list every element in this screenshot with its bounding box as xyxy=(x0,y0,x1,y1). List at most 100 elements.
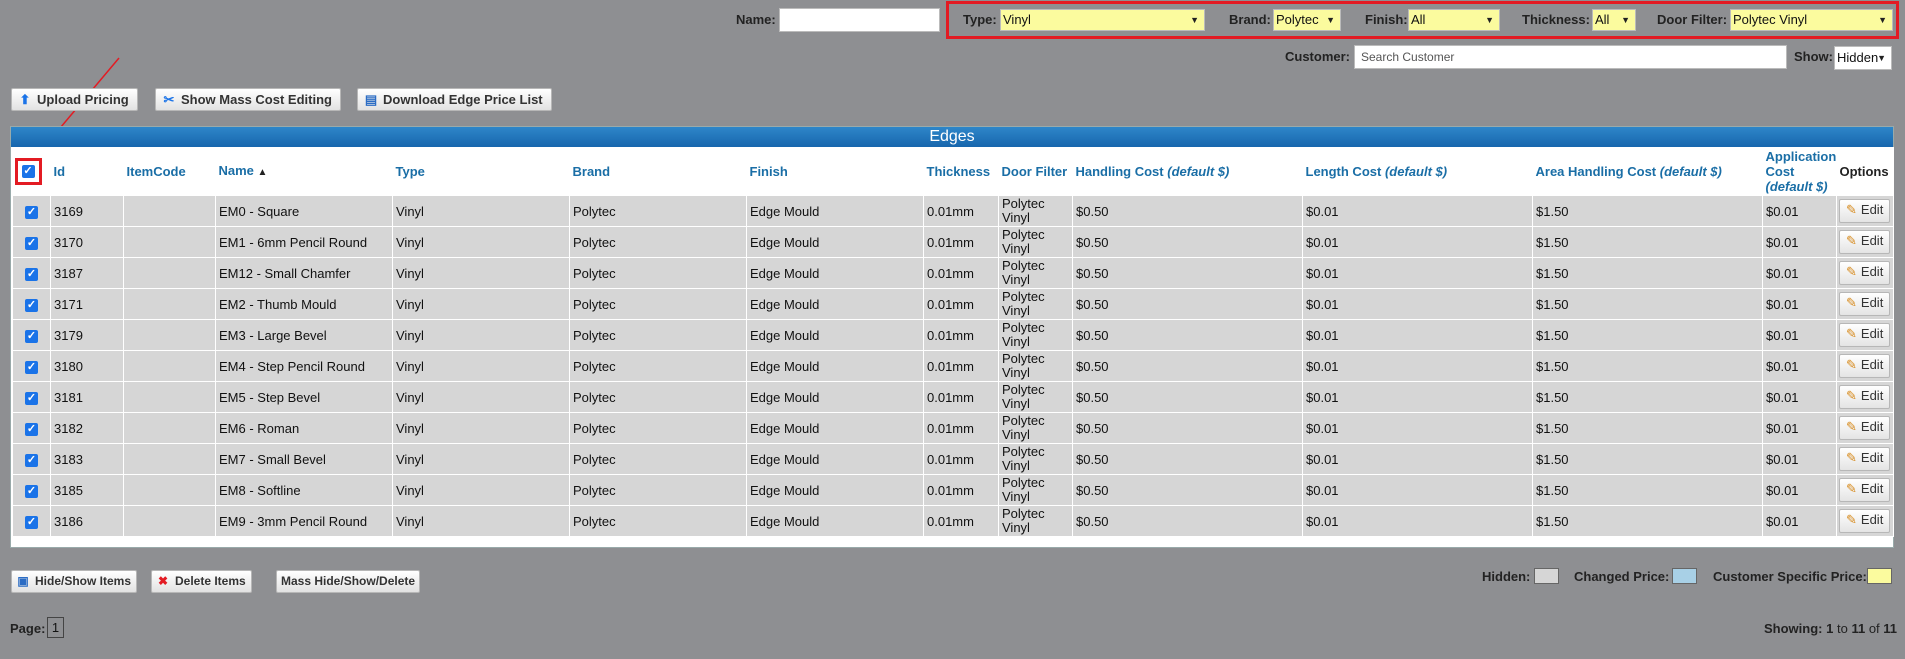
brand-filter-label: Brand: xyxy=(1229,12,1271,27)
row-area-handling-cost: $1.50 xyxy=(1532,195,1763,227)
edit-button[interactable]: ✎ Edit xyxy=(1839,385,1891,409)
name-filter-input[interactable] xyxy=(779,8,940,32)
show-select[interactable]: Hidden ▼ xyxy=(1834,46,1892,70)
row-door-filter: Polytec Vinyl xyxy=(998,381,1073,413)
row-finish: Edge Mould xyxy=(746,381,924,413)
download-edge-price-button[interactable]: ▤ Download Edge Price List xyxy=(357,88,552,111)
col-length-cost[interactable]: Length Cost (default $) xyxy=(1302,147,1533,196)
row-id: 3171 xyxy=(50,288,124,320)
row-brand: Polytec xyxy=(569,381,747,413)
row-checkbox[interactable]: ✓ xyxy=(25,299,38,312)
row-checkbox[interactable]: ✓ xyxy=(25,392,38,405)
edit-button[interactable]: ✎ Edit xyxy=(1839,447,1891,471)
row-name: EM6 - Roman xyxy=(215,412,393,444)
thickness-select[interactable]: All ▼ xyxy=(1592,9,1636,31)
select-all-cell: ✓ xyxy=(12,147,51,196)
edit-button[interactable]: ✎ Edit xyxy=(1839,292,1891,316)
row-name: EM12 - Small Chamfer xyxy=(215,257,393,289)
upload-pricing-button[interactable]: ⬆ Upload Pricing xyxy=(11,88,138,111)
showing-prefix: Showing: xyxy=(1764,621,1823,636)
row-select-cell: ✓ xyxy=(12,474,51,506)
select-all-checkbox[interactable]: ✓ xyxy=(21,165,35,178)
col-area-handling-cost[interactable]: Area Handling Cost (default $) xyxy=(1532,147,1763,196)
panel-title: Edges xyxy=(11,127,1893,147)
row-length-cost: $0.01 xyxy=(1302,412,1533,444)
edit-button[interactable]: ✎ Edit xyxy=(1839,323,1891,347)
edit-button[interactable]: ✎ Edit xyxy=(1839,230,1891,254)
customer-label: Customer: xyxy=(1285,49,1351,64)
row-handling-cost: $0.50 xyxy=(1072,474,1303,506)
edit-button-label: Edit xyxy=(1860,264,1884,279)
customer-search-input[interactable]: Search Customer xyxy=(1354,45,1787,69)
brand-select[interactable]: Polytec ▼ xyxy=(1273,9,1341,31)
edges-panel: Edges ✓ Id ItemCode Name ▲ Type Brand Fi… xyxy=(10,126,1894,548)
row-name: EM0 - Square xyxy=(215,195,393,227)
row-checkbox[interactable]: ✓ xyxy=(25,237,38,250)
row-door-filter: Polytec Vinyl xyxy=(998,443,1073,475)
row-itemcode xyxy=(123,505,216,537)
edit-button[interactable]: ✎ Edit xyxy=(1839,478,1891,502)
pencil-icon: ✎ xyxy=(1846,512,1857,527)
row-area-handling-cost: $1.50 xyxy=(1532,319,1763,351)
col-thickness[interactable]: Thickness xyxy=(923,147,999,196)
row-id: 3180 xyxy=(50,350,124,382)
col-application-cost[interactable]: Application Cost (default $) xyxy=(1762,147,1837,196)
edit-button[interactable]: ✎ Edit xyxy=(1839,261,1891,285)
name-filter-label: Name: xyxy=(736,12,776,27)
row-checkbox[interactable]: ✓ xyxy=(25,485,38,498)
chevron-down-icon: ▼ xyxy=(1485,15,1494,25)
edit-button-label: Edit xyxy=(1860,450,1884,465)
finish-select-value: All xyxy=(1411,12,1426,27)
col-name[interactable]: Name ▲ xyxy=(215,147,393,196)
row-brand: Polytec xyxy=(569,412,747,444)
type-select[interactable]: Vinyl ▼ xyxy=(1000,9,1205,31)
table-row: ✓ 3186 EM9 - 3mm Pencil Round Vinyl Polytec E… xyxy=(12,505,1894,537)
col-finish[interactable]: Finish xyxy=(746,147,924,196)
show-mass-cost-button[interactable]: ✂ Show Mass Cost Editing xyxy=(155,88,341,111)
row-select-cell: ✓ xyxy=(12,505,51,537)
showing-from: 1 xyxy=(1826,621,1834,636)
col-handling-cost-suffix: (default $) xyxy=(1167,163,1230,179)
row-type: Vinyl xyxy=(392,226,570,258)
col-brand[interactable]: Brand xyxy=(569,147,747,196)
row-checkbox[interactable]: ✓ xyxy=(25,206,38,219)
row-handling-cost: $0.50 xyxy=(1072,226,1303,258)
row-type: Vinyl xyxy=(392,319,570,351)
row-id: 3182 xyxy=(50,412,124,444)
door-filter-label: Door Filter: xyxy=(1657,12,1728,27)
row-checkbox[interactable]: ✓ xyxy=(25,423,38,436)
col-type[interactable]: Type xyxy=(392,147,570,196)
edit-button[interactable]: ✎ Edit xyxy=(1839,416,1891,440)
col-handling-cost[interactable]: Handling Cost (default $) xyxy=(1072,147,1303,196)
door-filter-select[interactable]: Polytec Vinyl ▼ xyxy=(1730,9,1893,31)
hide-show-items-button[interactable]: ▣ Hide/Show Items xyxy=(11,570,138,593)
finish-select[interactable]: All ▼ xyxy=(1408,9,1500,31)
row-select-cell: ✓ xyxy=(12,412,51,444)
col-itemcode[interactable]: ItemCode xyxy=(123,147,216,196)
row-checkbox[interactable]: ✓ xyxy=(25,516,38,529)
row-checkbox[interactable]: ✓ xyxy=(25,454,38,467)
row-checkbox[interactable]: ✓ xyxy=(25,330,38,343)
delete-items-button[interactable]: ✖ Delete Items xyxy=(151,570,252,593)
legend-customer-swatch xyxy=(1867,568,1892,584)
col-door-filter[interactable]: Door Filter xyxy=(998,147,1073,196)
row-checkbox[interactable]: ✓ xyxy=(25,361,38,374)
table-row: ✓ 3182 EM6 - Roman Vinyl Polytec Edge Mould 0.… xyxy=(12,412,1894,444)
showing-of-word: of xyxy=(1868,621,1880,636)
page-1-button[interactable]: 1 xyxy=(47,617,64,638)
edit-button[interactable]: ✎ Edit xyxy=(1839,354,1891,378)
edit-button[interactable]: ✎ Edit xyxy=(1839,199,1891,223)
row-application-cost: $0.01 xyxy=(1762,381,1837,413)
row-finish: Edge Mould xyxy=(746,257,924,289)
row-door-filter: Polytec Vinyl xyxy=(998,319,1073,351)
row-handling-cost: $0.50 xyxy=(1072,319,1303,351)
row-door-filter: Polytec Vinyl xyxy=(998,226,1073,258)
row-checkbox[interactable]: ✓ xyxy=(25,268,38,281)
mass-hide-show-delete-button[interactable]: Mass Hide/Show/Delete xyxy=(276,570,421,593)
col-id[interactable]: Id xyxy=(50,147,124,196)
edit-button[interactable]: ✎ Edit xyxy=(1839,509,1891,533)
row-name: EM1 - 6mm Pencil Round xyxy=(215,226,393,258)
row-door-filter: Polytec Vinyl xyxy=(998,350,1073,382)
row-id: 3179 xyxy=(50,319,124,351)
row-type: Vinyl xyxy=(392,257,570,289)
